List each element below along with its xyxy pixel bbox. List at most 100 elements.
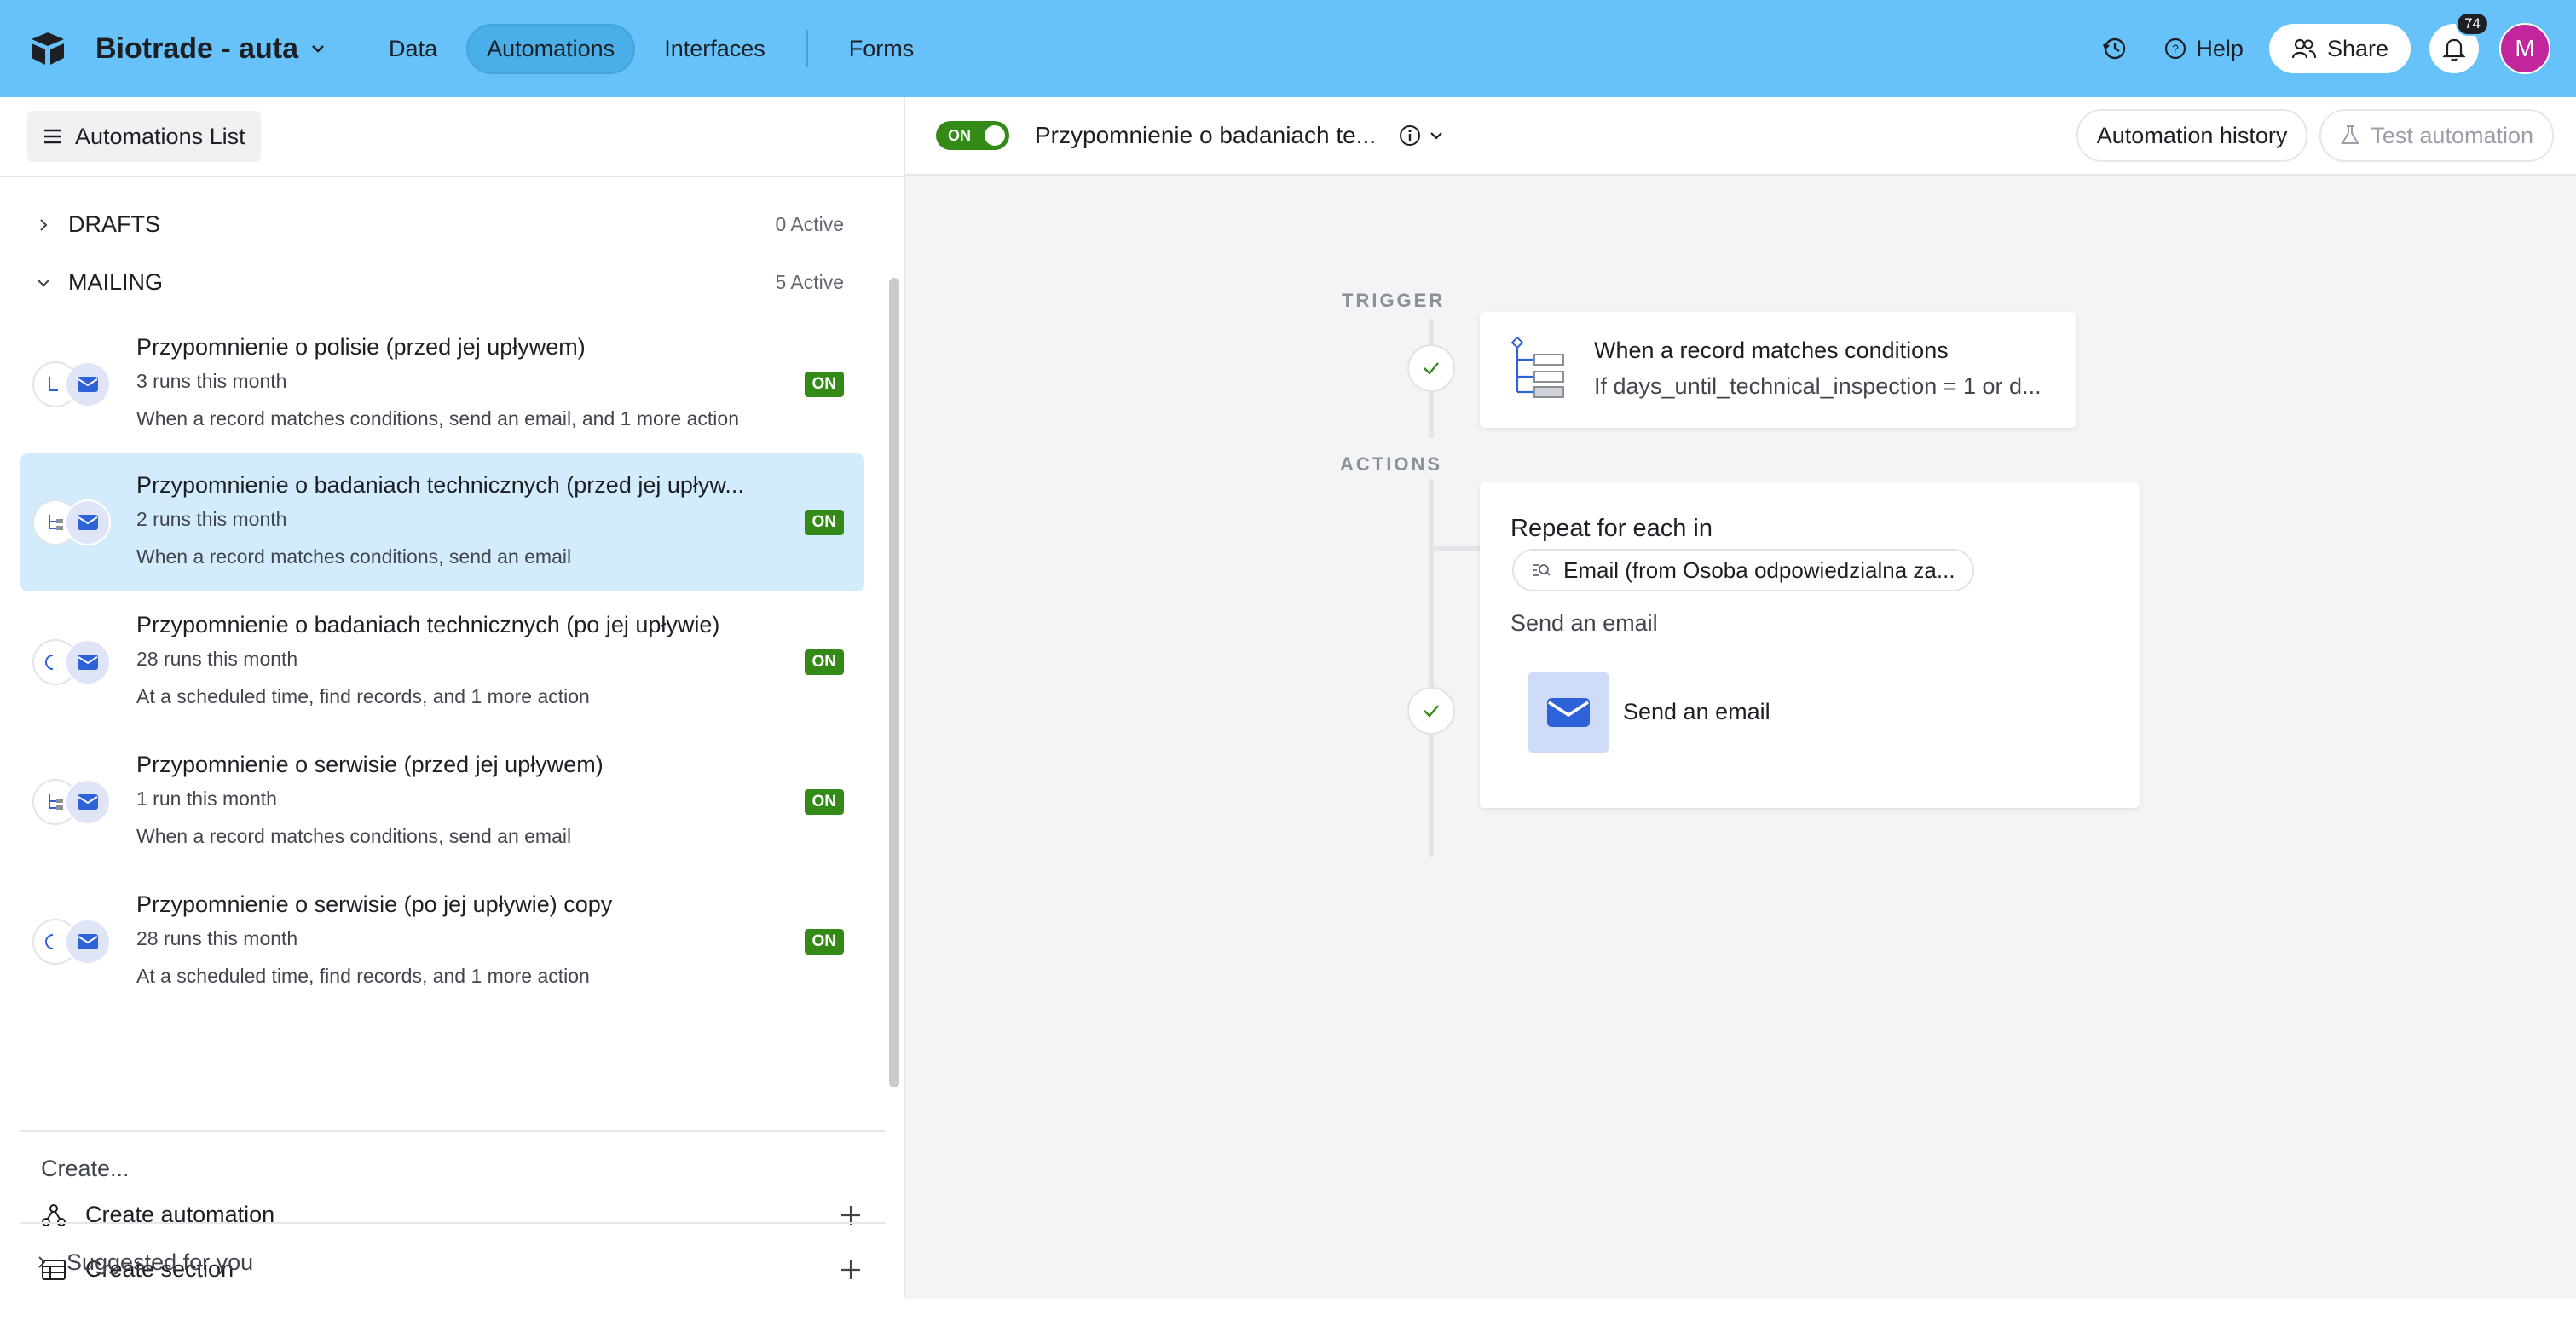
tab-forms[interactable]: Forms bbox=[829, 24, 935, 74]
check-icon bbox=[1407, 344, 1455, 392]
envelope-icon bbox=[65, 919, 111, 965]
section-active-count: 0 Active bbox=[775, 213, 844, 235]
tab-interfaces[interactable]: Interfaces bbox=[644, 24, 786, 74]
user-avatar[interactable]: M bbox=[2499, 23, 2550, 74]
automation-runs: 1 run this month bbox=[136, 787, 277, 810]
status-badge: ON bbox=[804, 929, 844, 955]
automation-icons bbox=[32, 499, 111, 547]
automations-list-label: Automations List bbox=[75, 123, 245, 149]
envelope-icon bbox=[65, 779, 111, 825]
automation-runs: 3 runs this month bbox=[136, 370, 287, 392]
svg-text:?: ? bbox=[2173, 42, 2180, 55]
envelope-icon bbox=[65, 361, 111, 407]
automation-item[interactable]: Przypomnienie o serwisie (przed jej upły… bbox=[20, 733, 864, 871]
trigger-label: TRIGGER bbox=[1342, 290, 1446, 311]
automation-runs: 28 runs this month bbox=[136, 648, 298, 670]
automation-description: At a scheduled time, find records, and 1… bbox=[136, 965, 590, 987]
actions-label: ACTIONS bbox=[1340, 453, 1442, 475]
automation-title: Przypomnienie o badaniach technicznych (… bbox=[136, 612, 720, 637]
automations-sidebar: Automations List DRAFTS 0 Active MAILING… bbox=[0, 97, 905, 1299]
status-badge: ON bbox=[804, 372, 844, 397]
sidebar-scrollbar[interactable] bbox=[889, 278, 899, 1087]
check-icon bbox=[1407, 687, 1455, 735]
automation-runs: 2 runs this month bbox=[136, 508, 287, 530]
share-label: Share bbox=[2326, 35, 2388, 61]
info-dropdown[interactable] bbox=[1398, 124, 1446, 147]
chevron-right-icon bbox=[40, 218, 48, 231]
app-window: Biotrade - auta Data Automations Interfa… bbox=[0, 0, 2576, 1299]
send-email-action[interactable]: Send an email bbox=[1623, 699, 1770, 725]
automation-name[interactable]: Przypomnienie o badaniach te... bbox=[1035, 122, 1376, 149]
repeat-title: Repeat for each in bbox=[1510, 515, 1713, 542]
automation-toggle[interactable]: ON bbox=[936, 121, 1009, 150]
history-icon[interactable] bbox=[2100, 34, 2129, 63]
automation-item[interactable]: Przypomnienie o serwisie (po jej upływie… bbox=[20, 873, 864, 1011]
trigger-card[interactable]: When a record matches conditions If days… bbox=[1480, 312, 2076, 428]
suggested-label: Suggested for you bbox=[66, 1249, 254, 1275]
share-button[interactable]: Share bbox=[2268, 24, 2411, 73]
section-drafts[interactable]: DRAFTS 0 Active bbox=[34, 211, 844, 238]
chevron-down-icon bbox=[312, 45, 324, 53]
base-name-dropdown[interactable]: Biotrade - auta bbox=[95, 32, 327, 66]
automation-description: When a record matches conditions, send a… bbox=[136, 545, 572, 568]
section-name: MAILING bbox=[68, 269, 164, 295]
chevron-right-icon bbox=[38, 1256, 46, 1268]
top-bar: Biotrade - auta Data Automations Interfa… bbox=[0, 0, 2576, 97]
envelope-icon bbox=[1528, 672, 1609, 753]
help-icon: ? bbox=[2165, 37, 2186, 60]
automation-description: At a scheduled time, find records, and 1… bbox=[136, 685, 590, 707]
automation-icons bbox=[32, 779, 111, 827]
automation-header: ON Przypomnienie o badaniach te... Autom… bbox=[905, 97, 2576, 176]
status-badge: ON bbox=[804, 510, 844, 535]
help-label: Help bbox=[2196, 35, 2244, 61]
app-logo-icon[interactable] bbox=[26, 26, 70, 71]
automation-description: When a record matches conditions, send a… bbox=[136, 825, 572, 847]
toggle-label: ON bbox=[948, 126, 971, 144]
envelope-icon bbox=[65, 639, 111, 685]
automation-icons bbox=[32, 639, 111, 687]
chevron-down-icon bbox=[38, 279, 49, 286]
suggested-for-you[interactable]: Suggested for you bbox=[20, 1222, 885, 1301]
automation-history-button[interactable]: Automation history bbox=[2076, 109, 2308, 162]
repeat-action-card[interactable]: Repeat for each in Email (from Osoba odp… bbox=[1480, 482, 2140, 808]
nested-action-label: Send an email bbox=[1510, 610, 1658, 636]
flask-icon bbox=[2341, 125, 2360, 144]
help-button[interactable]: ? Help bbox=[2163, 36, 2244, 62]
repeat-field-label: Email (from Osoba odpowiedzialna za... bbox=[1563, 557, 1955, 583]
test-automation-label: Test automation bbox=[2371, 122, 2533, 148]
automation-description: When a record matches conditions, send a… bbox=[136, 407, 739, 430]
flow-line bbox=[1429, 479, 1434, 857]
automation-item[interactable]: Przypomnienie o badaniach technicznych (… bbox=[20, 593, 864, 731]
sidebar-header: Automations List bbox=[0, 97, 904, 177]
trigger-title: When a record matches conditions bbox=[1594, 337, 1949, 363]
automation-item-selected[interactable]: Przypomnienie o badaniach technicznych (… bbox=[20, 453, 864, 591]
status-badge: ON bbox=[804, 649, 844, 675]
automation-item[interactable]: Przypomnienie o polisie (przed jej upływ… bbox=[20, 315, 864, 453]
status-badge: ON bbox=[804, 789, 844, 815]
tab-automations[interactable]: Automations bbox=[466, 23, 636, 74]
automation-canvas: TRIGGER ACTIONS When a record matches co… bbox=[905, 176, 2576, 1299]
notifications-button[interactable]: 74 bbox=[2429, 12, 2489, 73]
notification-count-badge: 74 bbox=[2456, 12, 2489, 36]
automations-list-button[interactable]: Automations List bbox=[27, 111, 261, 162]
base-name: Biotrade - auta bbox=[95, 32, 299, 65]
bell-icon bbox=[2442, 38, 2466, 61]
toggle-knob bbox=[985, 125, 1005, 146]
automation-runs: 28 runs this month bbox=[136, 927, 298, 949]
people-icon bbox=[2291, 38, 2316, 59]
automation-icons bbox=[32, 361, 111, 409]
test-automation-button[interactable]: Test automation bbox=[2319, 109, 2554, 162]
tab-data[interactable]: Data bbox=[368, 24, 458, 74]
info-icon bbox=[1400, 125, 1421, 146]
automation-title: Przypomnienie o serwisie (po jej upływie… bbox=[136, 891, 613, 917]
repeat-field-pill[interactable]: Email (from Osoba odpowiedzialna za... bbox=[1512, 549, 1974, 591]
automation-title: Przypomnienie o serwisie (przed jej upły… bbox=[136, 752, 604, 777]
nav-divider bbox=[806, 30, 808, 67]
create-label: Create... bbox=[41, 1156, 130, 1181]
chevron-down-icon bbox=[1430, 132, 1442, 140]
automation-title: Przypomnienie o badaniach technicznych (… bbox=[136, 472, 744, 498]
conditions-icon bbox=[1510, 336, 1564, 398]
section-mailing[interactable]: MAILING 5 Active bbox=[34, 269, 844, 296]
lookup-field-icon bbox=[1533, 564, 1551, 576]
section-name: DRAFTS bbox=[68, 211, 160, 237]
